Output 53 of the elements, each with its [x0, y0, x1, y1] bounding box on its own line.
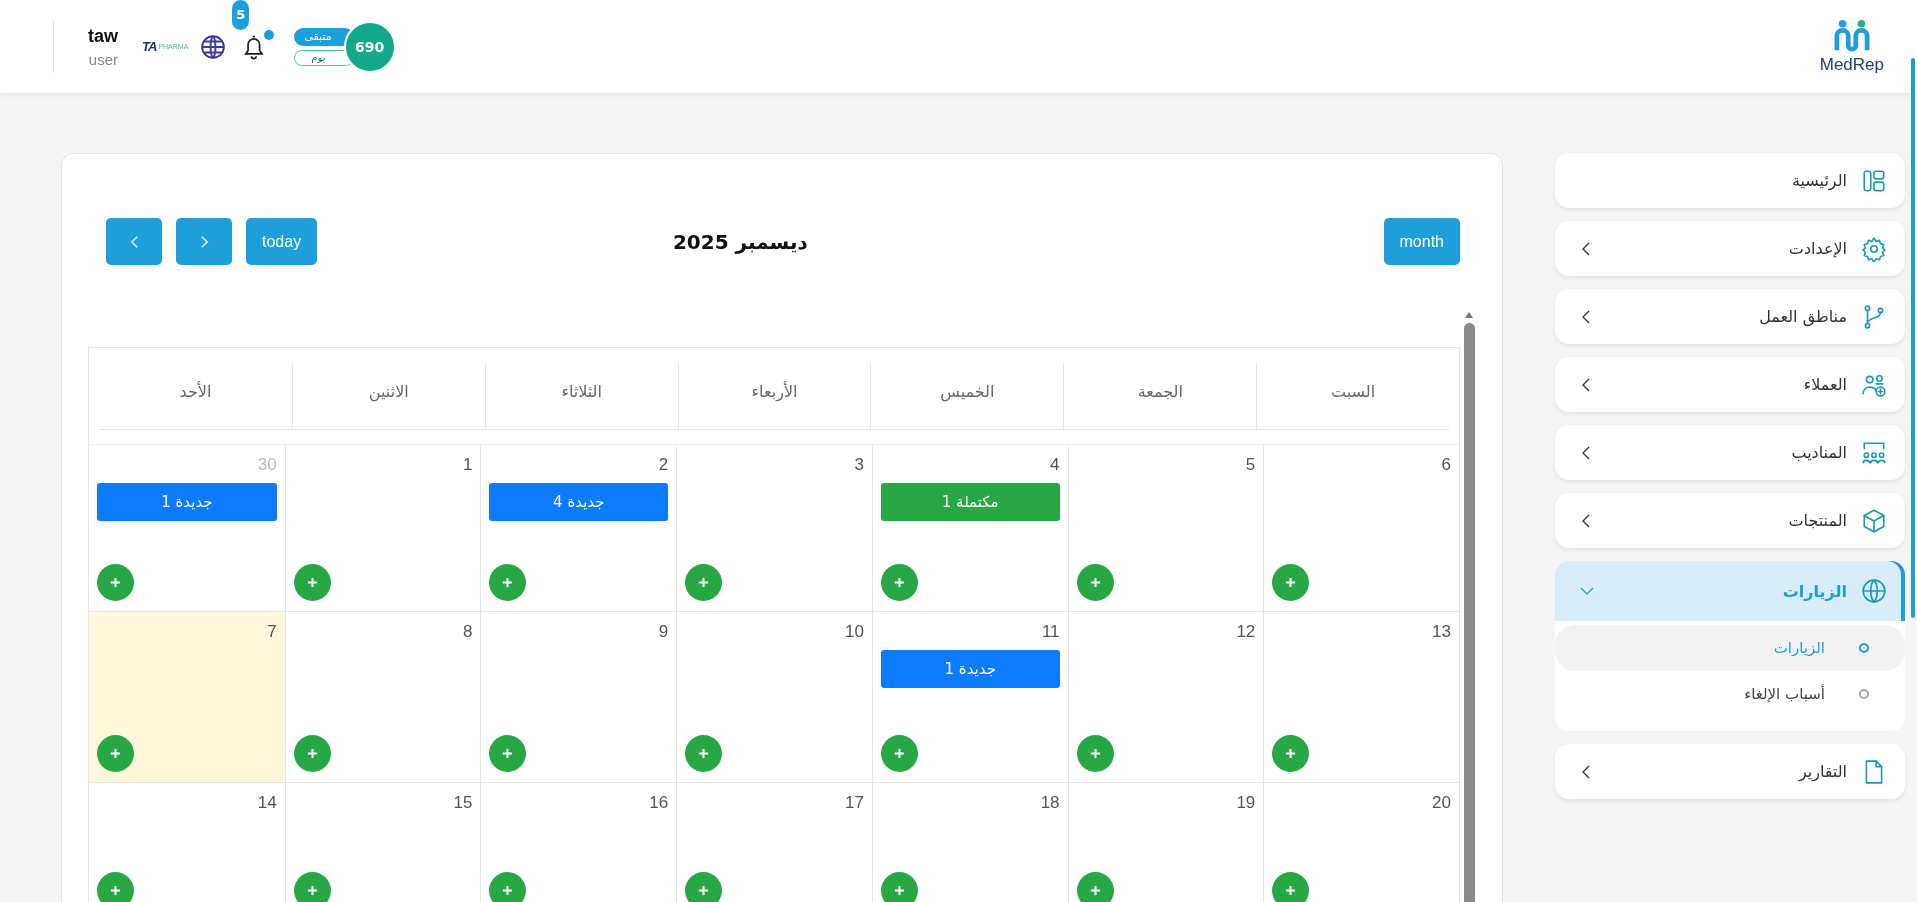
sidebar-label: مناطق العمل	[1759, 307, 1847, 326]
day-number: 20	[1432, 793, 1451, 813]
event-bar[interactable]: جديدة 4	[489, 483, 669, 521]
day-number: 6	[1441, 455, 1451, 475]
day-number: 3	[854, 455, 864, 475]
weekday-header: الأحد	[179, 381, 212, 401]
day-number: 10	[844, 622, 864, 642]
sidebar-label: الزيارات	[1782, 581, 1847, 601]
calendar-title: ديسمبر 2025	[672, 229, 808, 254]
remaining-days: 690	[343, 20, 396, 73]
day-number: 1	[462, 455, 473, 475]
sidebar-item[interactable]: التقارير	[1555, 744, 1905, 799]
sidebar-label: التقارير	[1798, 762, 1847, 781]
day-number: 18	[1040, 793, 1060, 813]
sidebar-label: العملاء	[1803, 375, 1847, 394]
user-name: taw	[88, 25, 118, 47]
day-number: 17	[844, 793, 864, 813]
day-number: 9	[658, 622, 669, 642]
sidebar-label: المنتجات	[1788, 511, 1847, 530]
day-number: 11	[1041, 622, 1060, 642]
day-number: 15	[453, 793, 473, 813]
sidebar-item[interactable]: المناديب	[1555, 425, 1905, 480]
event-bar[interactable]: جديدة 1	[880, 650, 1060, 688]
event-bar[interactable]: جديدة 1	[97, 483, 277, 521]
day-number: 7	[267, 622, 277, 642]
sidebar-item[interactable]: الإعدادت	[1555, 221, 1905, 276]
weekday-header: الاثنين	[368, 381, 409, 401]
day-number: 12	[1236, 622, 1256, 642]
day-number: 16	[649, 793, 669, 813]
day-number: 13	[1432, 622, 1451, 642]
weekday-header: الجمعة	[1137, 381, 1183, 401]
sidebar-label: الرئيسية	[1791, 171, 1847, 190]
sidebar-item[interactable]: الرئيسية	[1555, 153, 1905, 208]
day-number: 19	[1236, 793, 1256, 813]
sidebar-item[interactable]: العملاء	[1555, 357, 1905, 412]
sidebar-item[interactable]: المنتجات	[1555, 493, 1905, 548]
user-role: user	[88, 50, 118, 68]
submenu-item[interactable]: أسباب الإلغاء	[1555, 671, 1905, 717]
notification-count: 5	[232, 0, 250, 30]
weekday-header: الأربعاء	[751, 381, 798, 401]
day-number: 5	[1245, 455, 1256, 475]
day-number: 4	[1050, 455, 1060, 475]
sidebar-label: الإعدادت	[1788, 239, 1847, 258]
day-number: 2	[658, 455, 669, 475]
day-number: 8	[462, 622, 473, 642]
sidebar-item[interactable]: مناطق العمل	[1555, 289, 1905, 344]
weekday-header: السبت	[1331, 381, 1376, 401]
brand-name: MedRep	[1819, 54, 1884, 75]
weekday-header: الثلاثاء	[561, 381, 602, 401]
day-number: 30	[257, 455, 277, 475]
weekday-header: الخميس	[940, 381, 995, 401]
sidebar-label: المناديب	[1791, 443, 1847, 462]
day-number: 14	[257, 793, 277, 813]
